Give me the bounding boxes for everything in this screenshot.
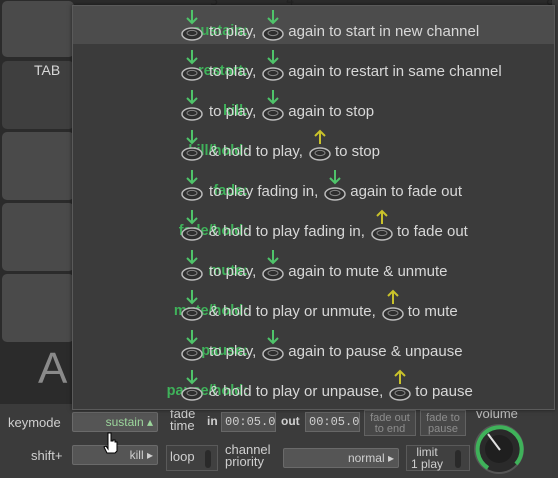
keymode-label: keymode: [8, 415, 61, 430]
keymode-option-text: again to pause & unpause: [288, 343, 463, 360]
channel-priority-select[interactable]: normal ▸: [283, 448, 399, 468]
keymode-value: sustain: [105, 415, 144, 429]
fade-pause-label-2: pause: [428, 423, 458, 435]
keymode-option-row[interactable]: mute/hold: & hold to play or unmute, to mu…: [73, 286, 554, 324]
key-cell[interactable]: [1, 273, 75, 343]
keymode-option-text: to fade out: [396, 223, 468, 240]
keymode-option-row[interactable]: sustain: to play, again to start in new ch…: [73, 6, 554, 44]
key-release-icon: [382, 289, 404, 321]
loop-toggle[interactable]: loop: [166, 445, 218, 471]
limit-switch: [455, 450, 461, 468]
keymode-option-text: to play,: [209, 63, 257, 80]
fade-out-label: out: [281, 414, 300, 428]
key-press-icon: [324, 170, 346, 201]
keymode-option-row[interactable]: pause: to play, again to pause & unpause: [73, 326, 554, 364]
key-cell[interactable]: [1, 202, 75, 272]
key-press-icon: [181, 130, 203, 161]
loop-label: loop: [170, 449, 195, 464]
keymode-option-text: to play fading in,: [209, 183, 319, 200]
priority-label-2: priority: [225, 454, 265, 469]
channel-priority-label: channel priority: [225, 443, 271, 469]
keymode-option-text: & hold to play or unpause,: [209, 383, 384, 400]
keymode-option-text: & hold to play fading in,: [209, 223, 365, 240]
keymode-option-row[interactable]: kill: to play, again to stop: [73, 86, 554, 124]
fade-in-input[interactable]: 00:05.0: [221, 412, 276, 432]
keymode-option-text: to stop: [334, 143, 380, 160]
keymode-option-text: again to stop: [288, 103, 375, 120]
fade-time-label-2: time: [170, 418, 195, 433]
keymode-option-row[interactable]: restart: to play, again to restart in same…: [73, 46, 554, 84]
volume-level-arc: [475, 425, 524, 470]
fade-time-label: fade time: [170, 407, 195, 433]
keymode-option-text: again to restart in same channel: [288, 63, 502, 80]
key-press-icon: [181, 90, 203, 121]
key-press-icon: [262, 250, 284, 281]
key-press-icon: [181, 290, 203, 321]
limit-label-2: 1 play: [411, 457, 444, 471]
fade-out-input[interactable]: 00:05.0: [305, 412, 360, 432]
keymode-option-text: to pause: [415, 383, 473, 400]
key-letter: A: [38, 344, 68, 393]
limit-play-toggle[interactable]: limit 1 play: [406, 445, 470, 471]
key-press-icon: [181, 330, 203, 361]
keymode-option-row[interactable]: fade: to play fading in, again to fade out: [73, 166, 554, 204]
keymode-option-text: & hold to play or unmute,: [209, 303, 376, 320]
limit-label: limit 1 play: [411, 446, 443, 470]
key-press-icon: [262, 330, 284, 361]
key-cell[interactable]: [1, 0, 75, 58]
keymode-option-text: & hold to play,: [209, 143, 303, 160]
triangle-up-icon: ▴: [146, 415, 153, 429]
triangle-right-icon: ▸: [146, 448, 153, 462]
shift-label: shift+: [31, 448, 63, 463]
key-press-icon: [181, 10, 203, 41]
keymode-option-row[interactable]: mute: to play, again to mute & unmute: [73, 246, 554, 284]
key-grid: [0, 0, 75, 350]
keymode-option-text: to play,: [209, 103, 257, 120]
fade-end-label-2: to end: [374, 423, 406, 435]
fade-in-label: in: [207, 414, 218, 428]
key-press-icon: [262, 90, 284, 121]
loop-switch: [205, 450, 211, 468]
hand-cursor-icon: [103, 432, 118, 454]
keymode-option-text: to play,: [209, 23, 257, 40]
keymode-option-text: again to start in new channel: [288, 23, 480, 40]
tab-key-label: TAB: [34, 62, 61, 78]
shift-value: kill: [129, 448, 144, 462]
keymode-help-popup: sustain: to play, again to start in new ch…: [72, 5, 555, 410]
key-press-icon: [262, 50, 284, 81]
key-press-icon: [181, 210, 203, 241]
keymode-select[interactable]: sustain ▴: [72, 412, 158, 432]
key-press-icon: [262, 10, 284, 41]
keymode-option-row[interactable]: fade/hold: & hold to play fading in, to fa…: [73, 206, 554, 244]
key-release-icon: [389, 369, 412, 401]
key-press-icon: [181, 170, 203, 201]
key-press-icon: [181, 50, 203, 81]
fade-out-to-end-button[interactable]: fade out to end: [364, 410, 416, 436]
key-press-icon: [181, 250, 203, 281]
keymode-option-text: to play,: [209, 263, 257, 280]
triangle-right-icon: ▸: [387, 451, 394, 465]
keymode-option-text: to mute: [407, 303, 458, 320]
key-press-icon: [181, 370, 203, 401]
keymode-option-text: to play,: [209, 343, 257, 360]
keymode-option-text: again to mute & unmute: [288, 263, 448, 280]
keymode-option-text: again to fade out: [350, 183, 462, 200]
fade-to-pause-button[interactable]: fade to pause: [420, 410, 466, 436]
key-cell[interactable]: [1, 131, 75, 201]
priority-value: normal: [347, 451, 385, 465]
key-release-icon: [309, 129, 331, 161]
key-release-icon: [371, 209, 393, 241]
keymode-option-row[interactable]: kill/hold: & hold to play, to stop: [73, 126, 554, 164]
keymode-option-row[interactable]: pause/hold: & hold to play or unpause, to …: [73, 366, 554, 404]
